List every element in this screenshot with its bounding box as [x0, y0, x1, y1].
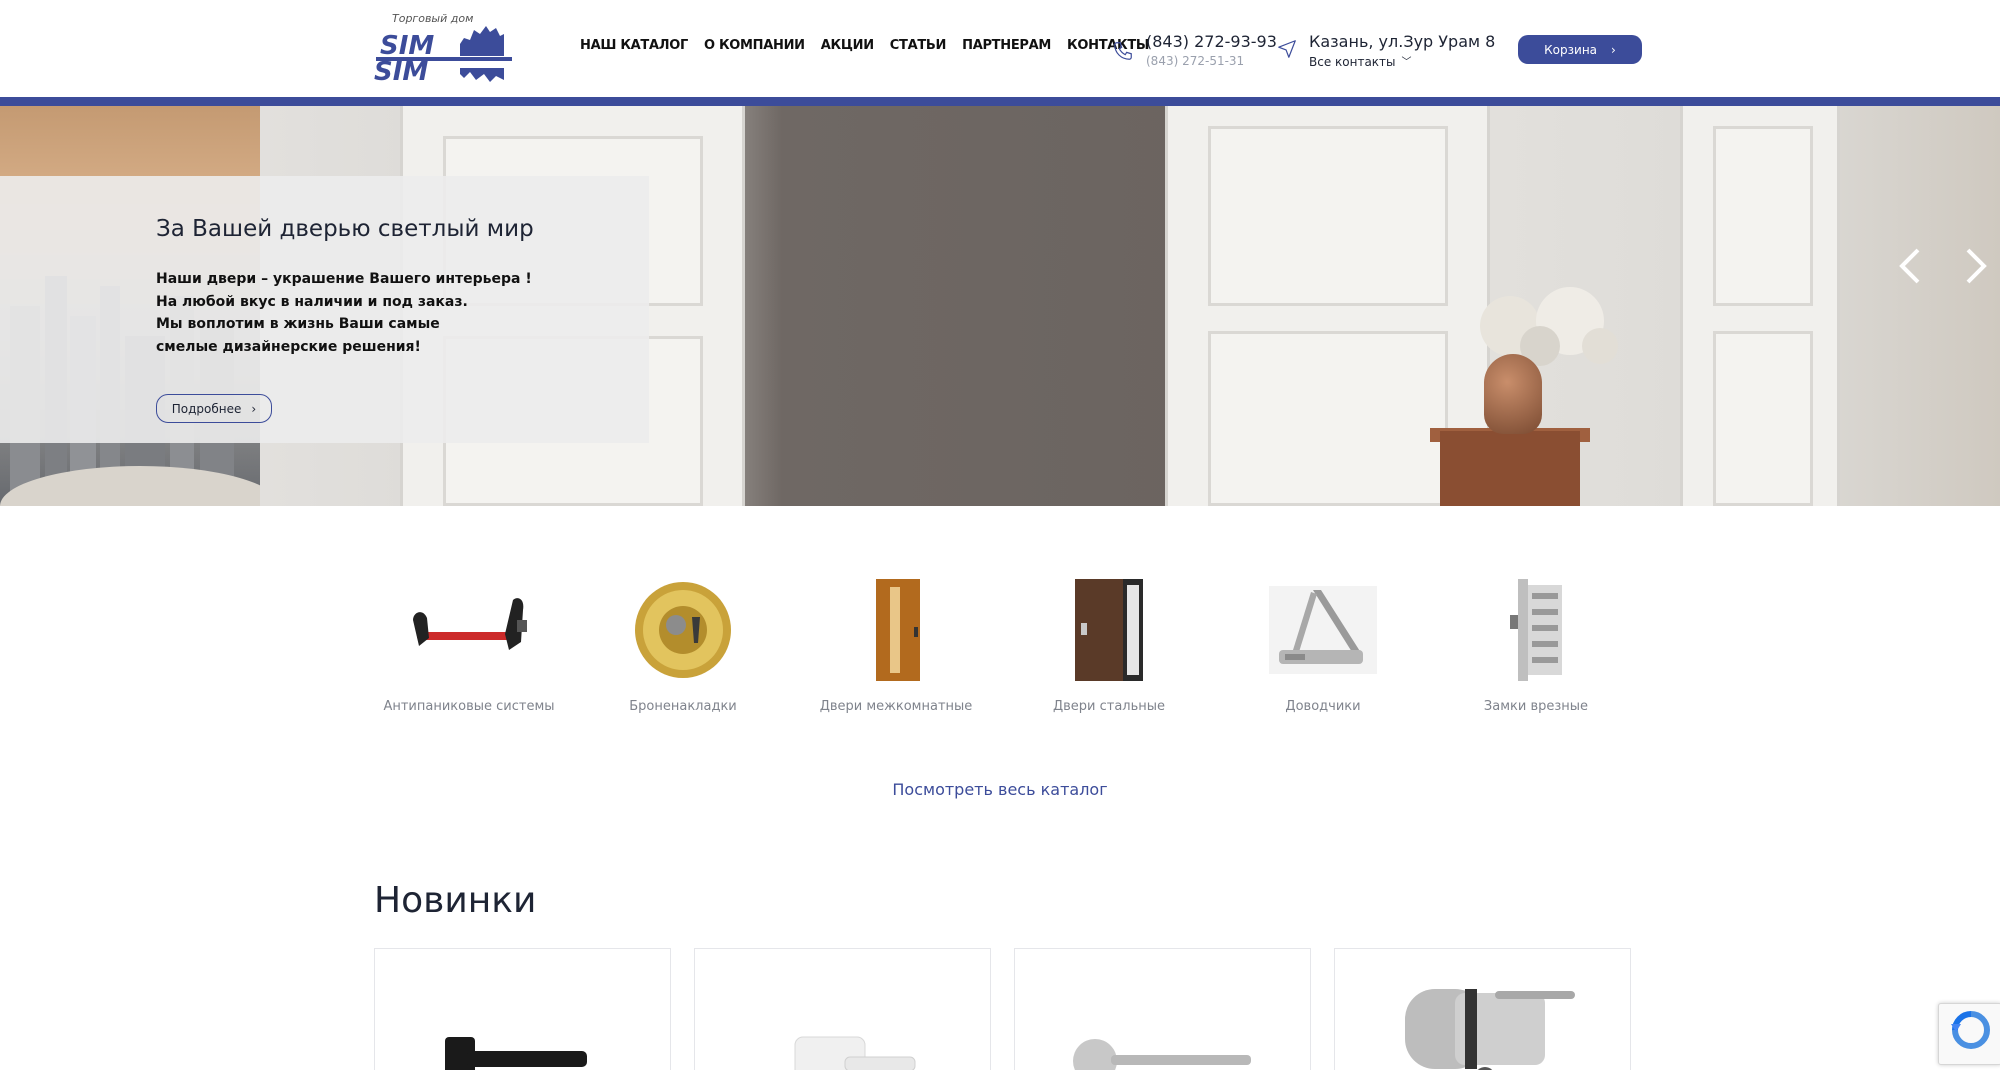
cart-button-label: Корзина [1544, 42, 1598, 57]
hero-text-line: Мы воплотим в жизнь Ваши самые [156, 316, 440, 332]
product-image [1405, 989, 1575, 1070]
chevron-down-icon: ﹀ [1401, 57, 1412, 68]
hero-text-line: Наши двери – украшение Вашего интерьера … [156, 271, 532, 287]
category-armor-plates[interactable]: Броненакладки [593, 565, 773, 725]
phone-main[interactable]: (843) 272-93-93 [1146, 32, 1277, 51]
category-label: Броненакладки [629, 699, 737, 714]
cart-button[interactable]: Корзина › [1518, 35, 1642, 64]
nav-promotions[interactable]: АКЦИИ [821, 38, 874, 53]
nav-partners[interactable]: ПАРТНЕРАМ [962, 38, 1051, 53]
hero-door-right [1680, 106, 1840, 506]
nav-contacts[interactable]: КОНТАКТЫ [1067, 38, 1149, 53]
steel-door-icon [1049, 575, 1169, 685]
slider-next-icon[interactable] [1962, 244, 1990, 288]
chevron-right-icon: › [1611, 42, 1616, 57]
location-arrow-icon [1278, 40, 1296, 58]
category-steel-doors[interactable]: Двери стальные [1019, 565, 1199, 725]
nav-about[interactable]: О КОМПАНИИ [704, 38, 805, 53]
nav-articles[interactable]: СТАТЬИ [890, 38, 947, 53]
hero-text-line: На любой вкус в наличии и под заказ. [156, 293, 468, 310]
category-label: Замки врезные [1483, 699, 1589, 714]
phone-icon [1114, 42, 1132, 60]
hero-vase [1484, 354, 1542, 434]
all-contacts-dropdown[interactable]: Все контакты ﹀ [1309, 54, 1412, 69]
category-label: Двери стальные [1052, 699, 1166, 714]
hero-more-button[interactable]: Подробнее › [156, 394, 272, 423]
nav-catalog[interactable]: НАШ КАТАЛОГ [580, 38, 688, 53]
site-logo[interactable]: Торговый дом SIM SIM [372, 10, 518, 87]
address-text: Казань, ул.Зур Урам 8 [1309, 32, 1496, 51]
slider-prev-icon[interactable] [1896, 244, 1924, 288]
chevron-right-icon: › [251, 401, 257, 416]
hero-text-line: смелые дизайнерские решения! [156, 338, 421, 355]
hero-text: Наши двери – украшение Вашего интерьера … [156, 268, 532, 358]
mortise-lock-icon [1476, 575, 1596, 685]
product-card[interactable] [1014, 948, 1311, 1070]
site-header: Торговый дом SIM SIM НАШ КАТАЛОГ О КОМПА… [0, 0, 2000, 97]
recaptcha-badge[interactable] [1938, 1003, 2000, 1065]
hero-more-label: Подробнее [171, 401, 242, 416]
category-label: Доводчики [1285, 699, 1361, 714]
all-contacts-label: Все контакты [1309, 55, 1396, 69]
door-closer-icon [1263, 575, 1383, 685]
hero-title: За Вашей дверью светлый мир [156, 216, 534, 242]
category-interior-doors[interactable]: Двери межкомнатные [806, 565, 986, 725]
product-card[interactable] [374, 948, 671, 1070]
recaptcha-icon [1951, 1011, 1990, 1049]
category-mortise-locks[interactable]: Замки врезные [1446, 565, 1626, 725]
category-label: Двери межкомнатные [819, 699, 973, 714]
panic-bar-icon [409, 575, 529, 685]
category-label: Антипаниковые системы [383, 699, 555, 714]
category-panic-systems[interactable]: Антипаниковые системы [379, 565, 559, 725]
hero-slider: За Вашей дверью светлый мир Наши двери –… [0, 106, 2000, 506]
category-door-closers[interactable]: Доводчики [1233, 565, 1413, 725]
product-image [445, 1037, 587, 1070]
new-products-title: Новинки [374, 880, 537, 921]
product-card[interactable] [1334, 948, 1631, 1070]
header-accent-bar [0, 97, 2000, 106]
armor-plate-icon [623, 575, 743, 685]
hero-card: За Вашей дверью светлый мир Наши двери –… [0, 176, 649, 443]
product-image [794, 1036, 916, 1070]
logo-line2: SIM [374, 57, 428, 82]
logo-tagline: Торговый дом [392, 12, 474, 25]
see-all-catalog-link[interactable]: Посмотреть весь каталог [0, 780, 2000, 799]
phone-alt[interactable]: (843) 272-51-31 [1146, 54, 1244, 68]
hero-side-table [1440, 431, 1580, 506]
product-image [1073, 1039, 1251, 1070]
product-card[interactable] [694, 948, 991, 1070]
main-nav: НАШ КАТАЛОГ О КОМПАНИИ АКЦИИ СТАТЬИ ПАРТ… [580, 38, 1165, 53]
interior-door-icon [836, 575, 956, 685]
